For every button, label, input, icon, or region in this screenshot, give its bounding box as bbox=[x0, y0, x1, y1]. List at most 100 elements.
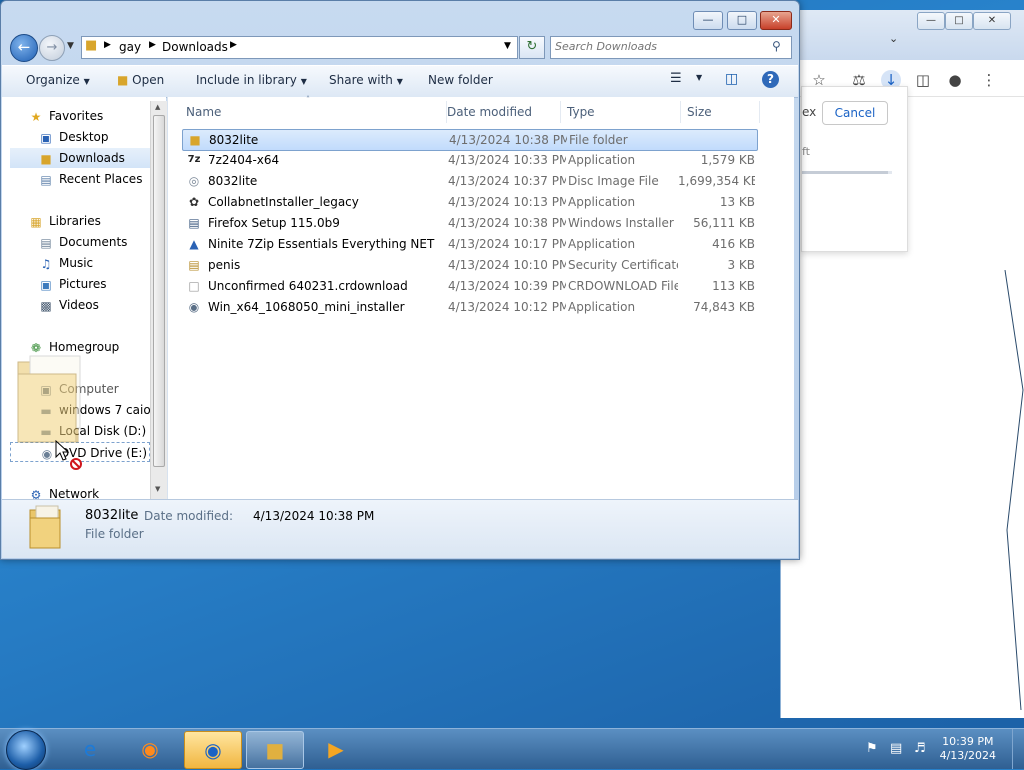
firefox-icon[interactable]: ◉ bbox=[122, 731, 178, 767]
file-row[interactable]: ▲ Ninite 7Zip Essentials Everything NET … bbox=[182, 234, 756, 254]
column-header-type[interactable]: Type bbox=[561, 101, 681, 123]
nav-pictures[interactable]: ▣ Pictures bbox=[38, 274, 107, 294]
side-panel-icon[interactable]: ◫ bbox=[913, 70, 933, 90]
file-date: 4/13/2024 10:38 PM bbox=[448, 216, 566, 230]
nav-documents[interactable]: ▤ Documents bbox=[38, 232, 127, 252]
file-type: Disc Image File bbox=[568, 174, 659, 188]
favorites-star-icon: ★ bbox=[30, 109, 42, 124]
file-row[interactable]: ■ 8032lite 4/13/2024 10:38 PM File folde… bbox=[182, 129, 758, 151]
chrome-close-button[interactable]: ✕ bbox=[973, 12, 1011, 30]
cancel-download-button[interactable]: Cancel bbox=[822, 101, 888, 125]
forward-button[interactable]: → bbox=[39, 35, 65, 61]
help-icon[interactable]: ? bbox=[762, 71, 779, 88]
menu-dots-icon[interactable]: ⋮ bbox=[979, 70, 999, 90]
file-list: ˄ Name Date modified Type Size ■ 8032lit… bbox=[167, 95, 794, 499]
file-date: 4/13/2024 10:39 PM bbox=[448, 279, 566, 293]
folder-icon: ■ bbox=[85, 38, 98, 53]
file-date: 4/13/2024 10:37 PM bbox=[448, 174, 566, 188]
new-folder-button[interactable]: New folder bbox=[428, 73, 493, 87]
maximize-button[interactable]: □ bbox=[727, 11, 757, 30]
nav-desktop[interactable]: ▣ Desktop bbox=[38, 127, 109, 147]
clock-time: 10:39 PM bbox=[942, 735, 994, 748]
view-options-icon[interactable]: ☰ bbox=[670, 71, 682, 86]
nav-recent-places[interactable]: ▤ Recent Places bbox=[38, 169, 142, 189]
nav-desktop-label: Desktop bbox=[59, 130, 109, 144]
breadcrumb-item-downloads[interactable]: Downloads bbox=[162, 40, 228, 54]
file-size: 74,843 KB bbox=[693, 300, 755, 314]
organize-button[interactable]: Organize ▼ bbox=[26, 73, 90, 87]
show-desktop-button[interactable] bbox=[1012, 729, 1024, 769]
system-clock[interactable]: 10:39 PM 4/13/2024 bbox=[940, 735, 996, 763]
minimize-button[interactable]: — bbox=[693, 11, 723, 30]
nav-music[interactable]: ♫ Music bbox=[38, 253, 94, 273]
file-name: 8032lite bbox=[208, 174, 258, 188]
preview-pane-icon[interactable]: ◫ bbox=[725, 71, 738, 87]
recent-pages-chevron-icon[interactable]: ▼ bbox=[67, 41, 74, 51]
chevron-down-icon: ▼ bbox=[83, 77, 90, 86]
file-size: 1,579 KB bbox=[700, 153, 755, 167]
media-player-icon[interactable]: ▶ bbox=[308, 731, 364, 767]
details-date-value: 4/13/2024 10:38 PM bbox=[253, 509, 375, 523]
file-type: Application bbox=[568, 195, 636, 209]
column-header-name[interactable]: Name bbox=[180, 101, 447, 123]
file-name: penis bbox=[208, 258, 241, 272]
organize-label: Organize bbox=[26, 73, 80, 87]
file-row[interactable]: 7z 7z2404-x64 4/13/2024 10:33 PM Applica… bbox=[182, 150, 756, 170]
ninite-app-icon: ▲ bbox=[189, 237, 199, 251]
details-date-label: Date modified: bbox=[144, 509, 234, 523]
open-button[interactable]: ■ Open bbox=[117, 73, 164, 87]
search-input[interactable] bbox=[555, 39, 765, 54]
back-button[interactable]: ← bbox=[10, 34, 38, 62]
file-row[interactable]: ✿ CollabnetInstaller_legacy 4/13/2024 10… bbox=[182, 192, 756, 212]
nav-videos-label: Videos bbox=[59, 298, 99, 312]
file-row[interactable]: ◎ 8032lite 4/13/2024 10:37 PM Disc Image… bbox=[182, 171, 756, 191]
file-row[interactable]: □ Unconfirmed 640231.crdownload 4/13/202… bbox=[182, 276, 756, 296]
chevron-down-icon: ▼ bbox=[300, 77, 307, 86]
volume-muted-icon[interactable]: ♬ bbox=[914, 741, 926, 756]
file-size: 13 KB bbox=[719, 195, 755, 209]
scroll-up-icon[interactable]: ▲ bbox=[155, 103, 160, 111]
file-type: File folder bbox=[569, 133, 628, 147]
file-date: 4/13/2024 10:13 PM bbox=[448, 195, 566, 209]
network-status-icon[interactable]: ▤ bbox=[890, 741, 902, 756]
download-progress-fill bbox=[802, 171, 889, 174]
explorer-taskbar-button[interactable]: ■ bbox=[246, 731, 304, 769]
nav-pictures-label: Pictures bbox=[59, 277, 107, 291]
nav-videos[interactable]: ▩ Videos bbox=[38, 295, 99, 315]
action-center-flag-icon[interactable]: ⚑ bbox=[866, 741, 878, 756]
search-icon[interactable]: ⚲ bbox=[772, 39, 781, 53]
nav-downloads-label: Downloads bbox=[59, 151, 125, 165]
profile-avatar-icon[interactable]: ● bbox=[945, 70, 965, 90]
file-date: 4/13/2024 10:10 PM bbox=[448, 258, 566, 272]
blank-file-icon: □ bbox=[188, 279, 200, 293]
chrome-taskbar-button[interactable]: ◉ bbox=[184, 731, 242, 769]
file-row[interactable]: ◉ Win_x64_1068050_mini_installer 4/13/20… bbox=[182, 297, 756, 317]
navigation-scroll-thumb[interactable] bbox=[153, 115, 165, 467]
share-with-button[interactable]: Share with ▼ bbox=[329, 73, 403, 87]
chrome-minimize-button[interactable]: — bbox=[917, 12, 945, 30]
navigation-pane-scrollbar[interactable]: ▲ ▼ bbox=[150, 101, 167, 499]
include-in-library-button[interactable]: Include in library ▼ bbox=[196, 73, 307, 87]
file-name: Win_x64_1068050_mini_installer bbox=[208, 300, 405, 314]
column-header-date-modified[interactable]: Date modified bbox=[441, 101, 561, 123]
chrome-maximize-button[interactable]: □ bbox=[945, 12, 973, 30]
file-row[interactable]: ▤ Firefox Setup 115.0b9 4/13/2024 10:38 … bbox=[182, 213, 756, 233]
nav-libraries[interactable]: ▦ Libraries bbox=[28, 211, 101, 231]
close-button[interactable]: ✕ bbox=[760, 11, 792, 30]
refresh-button[interactable]: ↻ bbox=[519, 36, 545, 59]
column-header-size[interactable]: Size bbox=[681, 101, 760, 123]
pictures-icon: ▣ bbox=[40, 277, 52, 292]
internet-explorer-icon[interactable]: e bbox=[62, 731, 118, 767]
address-history-chevron-icon[interactable]: ▼ bbox=[504, 41, 511, 51]
chrome-tab-list-icon[interactable]: ⌄ bbox=[889, 32, 898, 45]
chrome-titlebar: — □ ✕ ⌄ bbox=[781, 10, 1024, 60]
breadcrumb-item-user[interactable]: gay bbox=[119, 40, 141, 54]
file-row[interactable]: ▤ penis 4/13/2024 10:10 PM Security Cert… bbox=[182, 255, 756, 275]
scroll-down-icon[interactable]: ▼ bbox=[155, 485, 160, 493]
address-bar[interactable]: ■ ▶ gay ▶ Downloads ▶ ▼ bbox=[81, 36, 518, 59]
windows-installer-icon: ▤ bbox=[188, 216, 200, 230]
view-options-chevron-icon[interactable]: ▼ bbox=[696, 73, 702, 82]
nav-favorites[interactable]: ★ Favorites bbox=[28, 106, 104, 126]
explorer-window: — □ ✕ ← → ▼ ■ ▶ gay ▶ Downloads ▶ ▼ ↻ ⚲ … bbox=[0, 0, 800, 560]
start-button[interactable] bbox=[6, 730, 46, 770]
